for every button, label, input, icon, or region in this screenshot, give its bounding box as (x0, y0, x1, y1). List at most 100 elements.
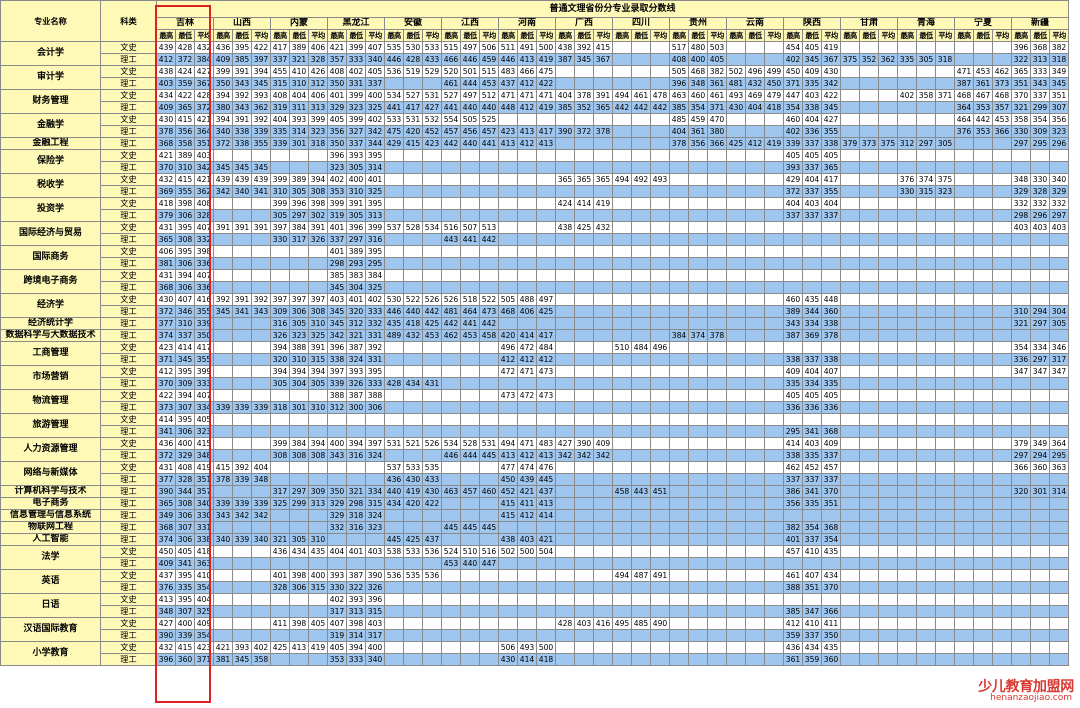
score-cell: 323 (194, 425, 214, 438)
score-cell (574, 569, 594, 582)
score-cell (688, 401, 708, 414)
score-cell: 435 (821, 641, 841, 654)
score-cell (688, 461, 708, 474)
score-cell (422, 629, 442, 642)
score-cell (593, 137, 613, 150)
score-cell: 536 (422, 569, 442, 582)
track-type: 理工 (100, 101, 157, 114)
score-cell (878, 605, 898, 618)
score-cell: 528 (460, 437, 480, 450)
score-cell (289, 629, 309, 642)
score-cell (726, 233, 746, 246)
score-cell: 365 (1011, 65, 1031, 78)
score-cell (859, 149, 879, 162)
score-cell: 331 (365, 329, 385, 342)
score-cell: 301 (289, 137, 309, 150)
score-cell (707, 521, 727, 534)
score-cell: 351 (802, 581, 822, 594)
score-cell: 451 (650, 485, 670, 498)
score-cell: 378 (707, 329, 727, 342)
score-cell: 392 (213, 293, 233, 306)
score-cell: 376 (897, 173, 917, 186)
score-cell (232, 593, 252, 606)
subheader-cell: 最高 (726, 29, 746, 42)
score-cell (745, 605, 765, 618)
score-cell (574, 557, 594, 570)
score-cell: 445 (384, 533, 404, 546)
score-cell (916, 317, 936, 330)
score-cell: 356 (175, 125, 195, 138)
score-cell: 418 (156, 197, 176, 210)
score-cell (859, 641, 879, 654)
score-cell (574, 485, 594, 498)
score-cell: 442 (973, 113, 993, 126)
score-cell: 361 (973, 77, 993, 90)
score-cell: 471 (498, 89, 518, 102)
score-cell (726, 461, 746, 474)
score-cell (574, 389, 594, 402)
score-cell (764, 209, 784, 222)
score-cell: 432 (156, 173, 176, 186)
score-cell (460, 257, 480, 270)
score-cell (954, 581, 974, 594)
score-cell (650, 365, 670, 378)
table-row: 审计学 文史 438 424 427 399 391 394 455 410 426 408 402 40… (0, 65, 1069, 90)
score-cell (992, 605, 1012, 618)
score-cell: 434 (289, 545, 309, 558)
score-cell: 387 (346, 569, 366, 582)
score-cell (669, 425, 689, 438)
score-cell (308, 521, 328, 534)
score-cell (213, 233, 233, 246)
score-cell (555, 77, 575, 90)
score-cell: 360 (175, 653, 195, 666)
score-cell: 440 (460, 137, 480, 150)
score-cell (916, 569, 936, 582)
score-cell (479, 209, 499, 222)
score-cell (859, 605, 879, 618)
score-cell (460, 533, 480, 546)
score-cell (232, 281, 252, 294)
score-cell: 526 (422, 293, 442, 306)
score-cell: 308 (175, 497, 195, 510)
score-cell: 390 (574, 437, 594, 450)
score-cell (764, 269, 784, 282)
score-cell: 518 (460, 293, 480, 306)
score-cell: 427 (555, 437, 575, 450)
score-cell: 378 (821, 329, 841, 342)
score-cell: 445 (536, 473, 556, 486)
score-cell (422, 557, 442, 570)
score-cell: 297 (1049, 209, 1069, 222)
score-cell (384, 425, 404, 438)
score-cell (992, 581, 1012, 594)
score-cell: 407 (365, 41, 385, 54)
score-cell (574, 281, 594, 294)
score-cell: 457 (783, 545, 803, 558)
score-cell: 356 (688, 137, 708, 150)
score-cell: 426 (308, 65, 328, 78)
score-cell (384, 413, 404, 426)
score-cell: 352 (859, 53, 879, 66)
score-cell: 337 (802, 533, 822, 546)
score-cell (764, 185, 784, 198)
score-cell (992, 497, 1012, 510)
score-cell (764, 365, 784, 378)
score-cell (764, 641, 784, 654)
major-header: 专业名称 (0, 0, 101, 42)
score-cell (479, 533, 499, 546)
score-cell: 371 (783, 77, 803, 90)
score-cell (745, 245, 765, 258)
score-cell (555, 281, 575, 294)
score-cell (897, 605, 917, 618)
score-cell (726, 509, 746, 522)
score-cell: 430 (422, 485, 442, 498)
major-name: 经济学 (0, 293, 101, 318)
score-cell: 408 (669, 53, 689, 66)
score-cell (251, 209, 271, 222)
score-cell: 493 (517, 641, 537, 654)
score-cell (954, 389, 974, 402)
table-row: 理工 403 359 367 350 343 345 315 310 312 350 331 337 46… (1, 77, 1069, 90)
score-cell: 342 (365, 125, 385, 138)
score-cell (650, 41, 670, 54)
score-cell (745, 281, 765, 294)
score-cell (935, 425, 955, 438)
